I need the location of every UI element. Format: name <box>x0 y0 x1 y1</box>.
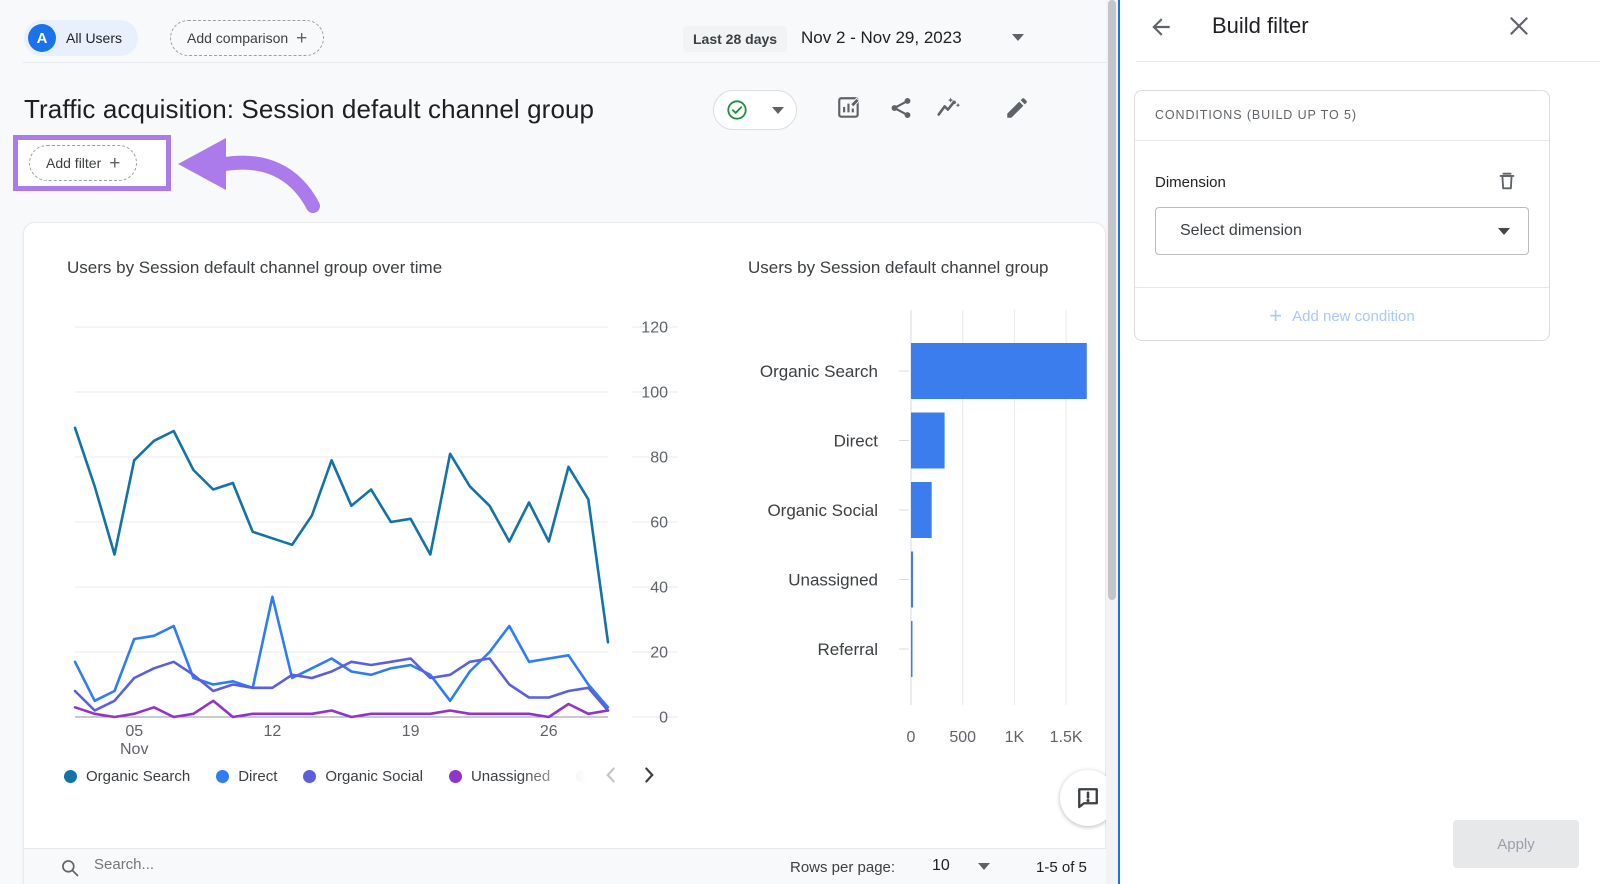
svg-text:120: 120 <box>641 320 668 337</box>
legend-fade-overlay <box>520 760 608 790</box>
plus-icon: + <box>296 29 307 48</box>
feedback-icon <box>1074 784 1102 812</box>
legend-prev-icon <box>598 762 624 788</box>
svg-text:40: 40 <box>650 580 668 597</box>
apply-button[interactable]: Apply <box>1453 820 1579 868</box>
all-users-chip[interactable]: A All Users <box>24 20 138 56</box>
footer-divider <box>23 848 1106 849</box>
svg-text:Referral: Referral <box>818 640 878 659</box>
ga4-traffic-acquisition-page: A All Users Add comparison + Last 28 day… <box>0 0 1600 884</box>
svg-text:05: 05 <box>125 723 143 740</box>
add-comparison-label: Add comparison <box>187 30 288 46</box>
delete-condition-icon[interactable] <box>1496 170 1518 192</box>
legend-dot-icon <box>303 770 316 783</box>
rows-per-page-label: Rows per page: <box>790 859 895 876</box>
svg-text:100: 100 <box>641 385 668 402</box>
legend-dot-icon <box>449 770 462 783</box>
conditions-header: CONDITIONS (BUILD UP TO 5) <box>1155 108 1357 122</box>
content-scrollbar-thumb[interactable] <box>1108 0 1116 600</box>
badge-caret-icon <box>772 107 784 114</box>
date-range-caret-icon[interactable] <box>1012 34 1024 41</box>
legend-label: Direct <box>238 768 277 785</box>
annotation-arrow <box>170 128 335 223</box>
account-avatar: A <box>28 24 56 52</box>
svg-text:500: 500 <box>949 729 976 746</box>
panel-divider <box>1136 61 1600 62</box>
svg-text:1.5K: 1.5K <box>1050 729 1083 746</box>
legend-item: Direct <box>216 768 277 785</box>
dimension-label: Dimension <box>1155 174 1226 191</box>
add-new-condition-button[interactable]: + Add new condition <box>1134 296 1550 336</box>
line-chart-title: Users by Session default channel group o… <box>67 258 442 278</box>
legend-dot-icon <box>64 770 77 783</box>
all-users-label: All Users <box>66 30 122 46</box>
svg-text:Unassigned: Unassigned <box>788 571 878 590</box>
page-title: Traffic acquisition: Session default cha… <box>24 94 594 125</box>
svg-text:Organic Search: Organic Search <box>760 362 878 381</box>
legend-next-icon[interactable] <box>636 762 662 788</box>
date-range-badge: Last 28 days <box>683 26 787 52</box>
edit-icon[interactable] <box>1004 95 1030 121</box>
insights-icon[interactable] <box>936 95 962 121</box>
select-dimension-placeholder: Select dimension <box>1180 222 1302 240</box>
legend-item: Organic Social <box>303 768 423 785</box>
line-chart: 0 20 40 60 80 100 120 05Nov 12 19 26 <box>40 300 700 758</box>
select-dimension-dropdown[interactable]: Select dimension <box>1155 207 1529 255</box>
bar-chart: 05001K1.5K2KOrganic SearchDirectOrganic … <box>725 300 1106 750</box>
rows-per-page-caret-icon[interactable] <box>978 863 990 870</box>
bar-chart-title: Users by Session default channel group <box>748 258 1049 278</box>
table-search-input[interactable] <box>94 856 394 873</box>
panel-title: Build filter <box>1212 13 1309 39</box>
add-filter-button[interactable]: Add filter + <box>29 145 137 181</box>
svg-text:80: 80 <box>650 450 668 467</box>
date-range-text[interactable]: Nov 2 - Nov 29, 2023 <box>801 28 962 48</box>
add-filter-label: Add filter <box>46 155 101 171</box>
legend-dot-icon <box>216 770 229 783</box>
svg-text:19: 19 <box>402 723 420 740</box>
legend-label: Organic Social <box>325 768 423 785</box>
share-icon[interactable] <box>888 95 914 121</box>
select-caret-icon <box>1498 228 1510 235</box>
add-new-condition-label: Add new condition <box>1292 308 1415 325</box>
close-icon[interactable] <box>1506 13 1532 39</box>
svg-text:60: 60 <box>650 515 668 532</box>
rows-per-page-value[interactable]: 10 <box>932 857 950 875</box>
search-icon <box>60 858 80 878</box>
svg-text:26: 26 <box>540 723 558 740</box>
topbar-divider <box>23 62 1106 63</box>
svg-text:1K: 1K <box>1005 729 1025 746</box>
green-check-icon <box>726 99 748 121</box>
conditions-divider <box>1135 140 1549 141</box>
legend-label: Organic Search <box>86 768 190 785</box>
plus-icon: + <box>1269 305 1282 327</box>
data-quality-badge[interactable] <box>713 90 797 130</box>
svg-text:Direct: Direct <box>834 432 879 451</box>
svg-text:20: 20 <box>650 645 668 662</box>
back-arrow-icon[interactable] <box>1148 14 1174 40</box>
legend-item: Organic Search <box>64 768 190 785</box>
pagination-range: 1-5 of 5 <box>1036 859 1087 876</box>
svg-text:Organic Social: Organic Social <box>767 501 878 520</box>
svg-text:Nov: Nov <box>120 741 148 758</box>
plus-icon: + <box>109 154 120 173</box>
svg-text:0: 0 <box>659 710 668 727</box>
svg-text:12: 12 <box>264 723 282 740</box>
conditions-divider-2 <box>1135 287 1549 288</box>
add-comparison-button[interactable]: Add comparison + <box>170 20 324 56</box>
svg-text:0: 0 <box>907 729 916 746</box>
customize-report-icon[interactable] <box>836 95 862 121</box>
